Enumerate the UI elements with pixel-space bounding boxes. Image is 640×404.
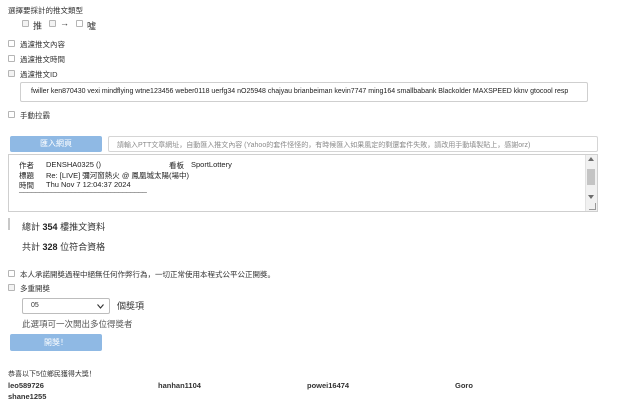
filter-id-checkbox[interactable] bbox=[8, 70, 15, 77]
arrow-label: → bbox=[60, 18, 69, 28]
url-placeholder: 請輸入PTT文章網址，自動匯入推文內容 (Yahoo的套件怪怪的，有時候匯入如果… bbox=[117, 142, 531, 149]
manual-draw-label: 手動拉霸 bbox=[20, 111, 50, 120]
push-checkbox[interactable] bbox=[22, 20, 29, 27]
stat-bar-total bbox=[8, 218, 10, 230]
total-count: 354 bbox=[42, 222, 58, 232]
winner-3: powei16474 bbox=[307, 381, 350, 390]
boo-checkbox[interactable] bbox=[76, 20, 83, 27]
prize-count-select[interactable]: 05 bbox=[22, 298, 110, 314]
scroll-down-icon[interactable] bbox=[588, 195, 594, 199]
total-prefix: 總計 bbox=[22, 222, 41, 232]
filter-time-checkbox[interactable] bbox=[8, 55, 15, 62]
filter-time-label: 過濾推文時間 bbox=[20, 55, 65, 64]
id-filter-input[interactable]: fwiller ken870430 vexi mindflying wtne12… bbox=[20, 82, 588, 102]
filter-content-label: 過濾推文內容 bbox=[20, 40, 65, 49]
fair-play-checkbox[interactable] bbox=[8, 270, 15, 277]
boo-label: 噓 bbox=[87, 21, 97, 31]
filter-id-label: 過濾推文ID bbox=[20, 70, 58, 79]
author-value: DENSHA0325 () bbox=[46, 160, 102, 169]
multi-draw-label: 多重開獎 bbox=[20, 284, 50, 293]
resize-handle-icon[interactable] bbox=[589, 203, 596, 210]
prize-hint: 此選項可一次開出多位得獎者 bbox=[22, 319, 133, 329]
winner-4: Goro bbox=[455, 381, 473, 390]
separator-line: ──────────────────────────────── bbox=[19, 188, 147, 197]
qualified-suffix: 位符合資格 bbox=[60, 242, 106, 252]
prize-label: 個獎項 bbox=[117, 301, 145, 311]
winner-1: leo589726 bbox=[8, 381, 44, 390]
id-filter-value: fwiller ken870430 vexi mindflying wtne12… bbox=[31, 88, 569, 95]
scroll-up-icon[interactable] bbox=[588, 157, 594, 161]
qualified-stat: 共計 328 位符合資格 bbox=[22, 240, 105, 253]
arrow-checkbox[interactable] bbox=[49, 20, 56, 27]
filter-content-checkbox[interactable] bbox=[8, 40, 15, 47]
total-suffix: 樓推文資料 bbox=[60, 222, 106, 232]
result-header: 恭喜以下5位鄉民獲得大獎！ bbox=[8, 371, 96, 378]
url-input[interactable]: 請輸入PTT文章網址，自動匯入推文內容 (Yahoo的套件怪怪的，有時候匯入如果… bbox=[108, 136, 598, 152]
board-value: SportLottery bbox=[191, 160, 232, 169]
total-stat: 總計 354 樓推文資料 bbox=[22, 220, 105, 233]
qualified-prefix: 共計 bbox=[22, 242, 41, 252]
scroll-thumb[interactable] bbox=[587, 169, 595, 185]
winner-5: shane1255 bbox=[8, 392, 47, 401]
draw-button[interactable]: 開獎！ bbox=[10, 334, 102, 351]
prize-count-value: 05 bbox=[31, 302, 39, 309]
push-label: 推 bbox=[33, 21, 43, 31]
multi-draw-checkbox[interactable] bbox=[8, 284, 15, 291]
fair-play-label: 本人承諾開獎過程中絕無任何作弊行為，一切正常使用本程式公平公正開獎。 bbox=[20, 270, 275, 279]
import-button[interactable]: 匯入網頁 bbox=[10, 136, 102, 152]
chevron-down-icon bbox=[97, 304, 104, 309]
select-type-label: 選擇要採計的推文類型 bbox=[8, 6, 83, 15]
manual-draw-checkbox[interactable] bbox=[8, 111, 15, 118]
qualified-count: 328 bbox=[42, 242, 58, 252]
article-textarea[interactable]: 作者 DENSHA0325 () 看板 SportLottery 標題 Re: … bbox=[8, 154, 598, 212]
winner-2: hanhan1104 bbox=[158, 381, 201, 390]
